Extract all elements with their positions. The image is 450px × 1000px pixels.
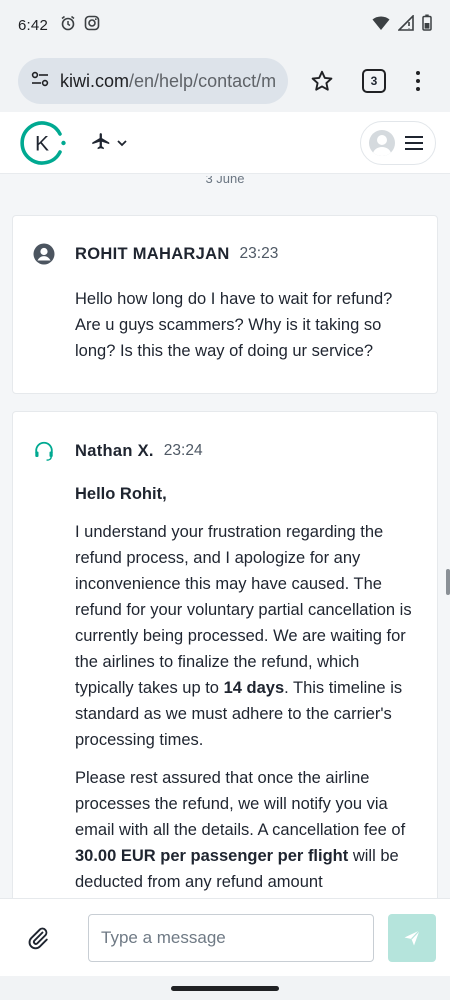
status-bar: 6:42 [0, 0, 450, 50]
more-vert-icon[interactable] [416, 71, 420, 91]
message-greeting: Hello Rohit, [75, 485, 167, 503]
wifi-icon [372, 15, 390, 36]
navigation-gesture-area [0, 976, 450, 1000]
url-path: /en/help/contact/me [129, 70, 276, 91]
chat-conversation[interactable]: 3 June ROHIT MAHARJAN 23:23 Hello how lo… [0, 174, 450, 898]
kiwi-logo[interactable]: K [16, 117, 68, 169]
sender-name: ROHIT MAHARJAN [75, 244, 230, 263]
status-time: 6:42 [18, 16, 48, 34]
account-menu-button[interactable] [360, 120, 436, 165]
cancellation-fee: 30.00 EUR per passenger per flight [75, 847, 349, 865]
scrollbar-thumb[interactable] [446, 569, 450, 595]
message-body: Hello Rohit, I understand your frustrati… [13, 481, 437, 895]
bookmark-star-button[interactable] [308, 67, 336, 95]
paperclip-icon [28, 927, 48, 949]
message-card: Nathan X. 23:24 Hello Rohit, I understan… [12, 411, 438, 898]
alarm-icon [60, 15, 76, 36]
gesture-handle[interactable] [171, 986, 279, 991]
url-text: kiwi.com/en/help/contact/me [60, 71, 276, 92]
headset-icon [33, 440, 55, 462]
sender-name: Nathan X. [75, 441, 154, 460]
tab-switcher-button[interactable]: 3 [362, 69, 386, 93]
message-body: Hello how long do I have to wait for ref… [13, 286, 437, 364]
tab-count: 3 [370, 74, 378, 88]
user-circle-icon [33, 243, 55, 265]
browser-toolbar: kiwi.com/en/help/contact/me 3 [0, 50, 450, 112]
message-header: ROHIT MAHARJAN 23:23 [13, 240, 437, 268]
avatar-icon [369, 129, 395, 156]
plane-icon [92, 132, 110, 149]
message-card: ROHIT MAHARJAN 23:23 Hello how long do I… [12, 215, 438, 394]
battery-icon [422, 14, 432, 36]
refund-duration: 14 days [223, 679, 285, 697]
message-input[interactable] [88, 913, 374, 962]
message-time: 23:23 [239, 245, 279, 262]
chevron-down-icon [117, 139, 127, 146]
message-time: 23:24 [163, 442, 203, 459]
message-header: Nathan X. 23:24 [13, 437, 437, 465]
signal-icon [397, 13, 414, 36]
message-paragraph: I understand your frustration regarding … [75, 523, 412, 749]
url-domain: kiwi.com [60, 70, 130, 91]
send-icon [404, 929, 420, 945]
message-paragraph: Please rest assured that once the airlin… [75, 769, 406, 891]
travel-menu-button[interactable] [90, 132, 128, 154]
site-settings-icon[interactable] [30, 69, 50, 94]
hamburger-icon [405, 135, 423, 150]
site-header: K [0, 112, 450, 174]
status-left-icons [60, 15, 100, 36]
address-bar[interactable]: kiwi.com/en/help/contact/me [18, 58, 288, 104]
attach-button[interactable] [26, 926, 50, 950]
message-text: Hello how long do I have to wait for ref… [75, 290, 393, 360]
star-icon [311, 70, 333, 91]
logo-letter: K [35, 132, 49, 155]
date-separator: 3 June [205, 176, 245, 186]
instagram-icon [84, 15, 100, 36]
status-right-icons [372, 13, 432, 36]
message-composer [0, 898, 450, 976]
send-button[interactable] [388, 913, 436, 962]
